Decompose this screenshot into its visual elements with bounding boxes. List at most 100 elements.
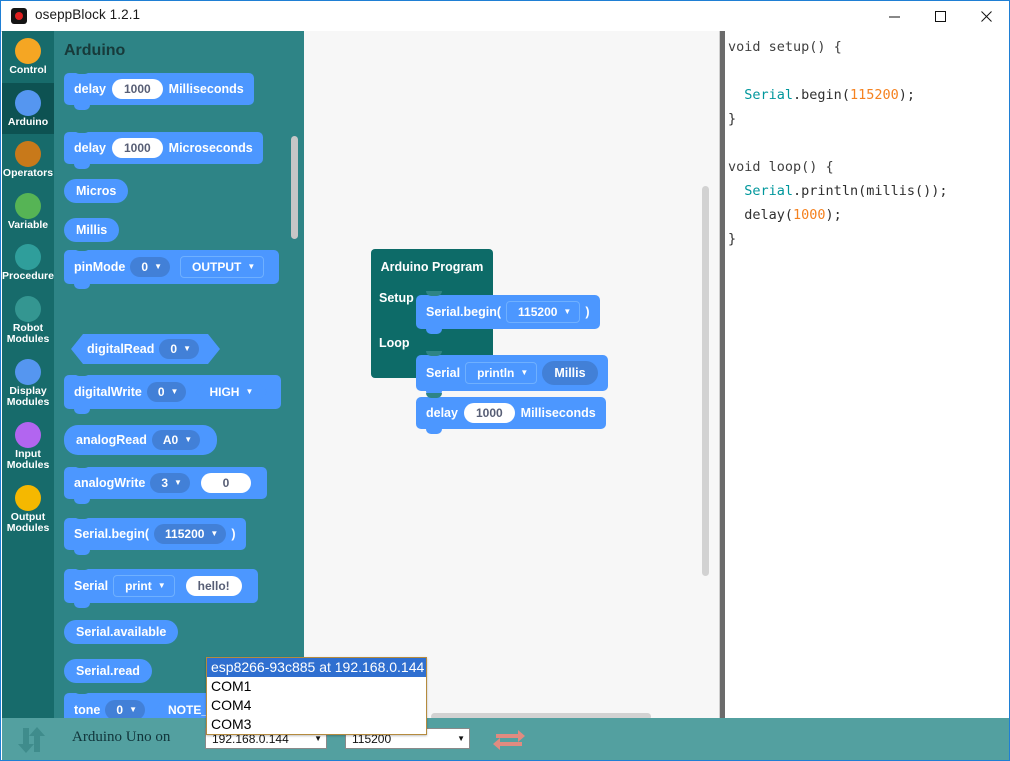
sidebar-item-robot-modules[interactable]: RobotModules <box>2 289 54 352</box>
loop-label: Loop <box>371 329 419 350</box>
operators-color-bubble <box>15 141 41 167</box>
chevron-down-icon: ▼ <box>174 479 182 487</box>
block-label: Serial.available <box>76 625 166 639</box>
palette-block-millis[interactable]: Millis <box>64 218 119 242</box>
analogread-pin-value: A0 <box>163 433 178 447</box>
workspace-vertical-scrollbar[interactable] <box>702 186 709 576</box>
sidebar-item-output-modules[interactable]: OutputModules <box>2 478 54 541</box>
category-sidebar: Control Arduino Operators Variable Proce… <box>2 31 54 731</box>
port-option-com1[interactable]: COM1 <box>207 677 426 696</box>
tone-note-value: NOTE_ <box>168 703 208 717</box>
code-line-1: void setup() { <box>728 39 842 55</box>
port-option-esp8266[interactable]: esp8266-93c885 at 192.168.0.144 <box>207 658 426 677</box>
analogwrite-value-field[interactable]: 0 <box>201 473 251 493</box>
generated-code-pane[interactable]: void setup() { Serial.begin(115200); } v… <box>719 31 1010 731</box>
port-dropdown-list[interactable]: esp8266-93c885 at 192.168.0.144 COM1 COM… <box>206 657 427 735</box>
palette-block-digitalread[interactable]: digitalRead 0▼ <box>71 334 220 364</box>
palette-block-pinmode[interactable]: pinMode 0▼ OUTPUT▼ <box>64 250 279 284</box>
palette-block-micros[interactable]: Micros <box>64 179 128 203</box>
palette-block-serial-begin[interactable]: Serial.begin( 115200▼ ) <box>64 518 246 550</box>
sidebar-item-input-modules[interactable]: InputModules <box>2 415 54 478</box>
close-icon[interactable] <box>963 1 1009 31</box>
pinmode-mode-dropdown[interactable]: OUTPUT▼ <box>180 256 264 278</box>
program-title: Arduino Program <box>371 257 493 284</box>
palette-block-delay-ms[interactable]: delay 1000 Milliseconds <box>64 73 254 105</box>
digitalwrite-pin-value: 0 <box>158 385 165 399</box>
block-label: Serial.begin( <box>426 305 501 319</box>
ws-serial-fn-dropdown[interactable]: println▼ <box>465 362 537 384</box>
title-bar: oseppBlock 1.2.1 <box>1 1 1009 32</box>
analogread-pin-dropdown[interactable]: A0▼ <box>152 430 200 450</box>
sidebar-item-variable[interactable]: Variable <box>2 186 54 238</box>
block-label: delay <box>74 141 106 155</box>
code-baud-token: 115200 <box>850 87 899 103</box>
chevron-down-icon: ▼ <box>129 706 137 714</box>
pinmode-pin-dropdown[interactable]: 0▼ <box>130 257 170 277</box>
palette-block-serial-read[interactable]: Serial.read <box>64 659 152 683</box>
chevron-down-icon: ▼ <box>158 582 166 590</box>
tone-pin-dropdown[interactable]: 0▼ <box>105 700 145 720</box>
palette-block-serial-available[interactable]: Serial.available <box>64 620 178 644</box>
maximize-icon[interactable] <box>917 1 963 31</box>
loop-arrows-icon[interactable] <box>492 726 526 757</box>
up-down-arrows-icon[interactable] <box>16 726 58 759</box>
palette-block-digitalwrite[interactable]: digitalWrite 0▼ HIGH▼ <box>64 375 281 409</box>
ws-serial-begin-baud-value: 115200 <box>518 305 557 319</box>
robot-color-bubble <box>15 296 41 322</box>
palette-block-serial-print[interactable]: Serial print▼ hello! <box>64 569 258 603</box>
code-serial-token-1: Serial <box>744 87 793 103</box>
block-label: Serial.read <box>76 664 140 678</box>
sidebar-item-arduino[interactable]: Arduino <box>2 83 54 135</box>
sidebar-label-procedure: Procedure <box>2 271 54 283</box>
sidebar-item-operators[interactable]: Operators <box>2 134 54 186</box>
port-option-com3[interactable]: COM3 <box>207 715 426 734</box>
analogwrite-pin-dropdown[interactable]: 3▼ <box>150 473 190 493</box>
block-label: digitalWrite <box>74 385 142 399</box>
digitalwrite-pin-dropdown[interactable]: 0▼ <box>147 382 187 402</box>
sidebar-label-output-modules: OutputModules <box>2 512 54 535</box>
port-option-com4[interactable]: COM4 <box>207 696 426 715</box>
sidebar-item-procedure[interactable]: Procedure <box>2 237 54 289</box>
code-gutter <box>720 31 725 731</box>
block-label: tone <box>74 703 100 717</box>
delay-ms-value-field[interactable]: 1000 <box>112 79 163 99</box>
ws-delay-value-field[interactable]: 1000 <box>464 403 515 423</box>
ws-block-serial-println[interactable]: Serial println▼ Millis <box>416 355 608 391</box>
chevron-down-icon: ▼ <box>247 263 255 271</box>
block-close-paren: ) <box>585 305 589 319</box>
delay-us-value-field[interactable]: 1000 <box>112 138 163 158</box>
minimize-icon[interactable] <box>871 1 917 31</box>
palette-block-analogread[interactable]: analogRead A0▼ <box>64 425 217 455</box>
sidebar-label-arduino: Arduino <box>2 117 54 129</box>
chevron-down-icon: ▼ <box>154 263 162 271</box>
ws-serial-fn-value: println <box>477 366 514 380</box>
digitalwrite-level-dropdown[interactable]: HIGH ▼ <box>195 381 267 403</box>
board-status-text: Arduino Uno on <box>72 729 170 746</box>
serial-print-fn-dropdown[interactable]: print▼ <box>113 575 175 597</box>
digitalwrite-level-value: HIGH <box>209 385 239 399</box>
digitalread-pin-dropdown[interactable]: 0▼ <box>159 339 199 359</box>
serial-print-text-field[interactable]: hello! <box>186 576 242 596</box>
chevron-down-icon: ▼ <box>245 388 253 396</box>
control-color-bubble <box>15 38 41 64</box>
ws-millis-reporter[interactable]: Millis <box>542 361 597 385</box>
block-unit: Milliseconds <box>521 406 596 420</box>
sidebar-label-display-modules: DisplayModules <box>2 386 54 409</box>
ws-block-serial-begin[interactable]: Serial.begin( 115200▼ ) <box>416 295 600 329</box>
app-record-dot-icon <box>11 8 27 24</box>
block-label: digitalRead <box>87 342 154 356</box>
ws-serial-begin-baud-dropdown[interactable]: 115200▼ <box>506 301 580 323</box>
sidebar-item-control[interactable]: Control <box>2 31 54 83</box>
serial-begin-baud-value: 115200 <box>165 527 204 541</box>
palette-block-analogwrite[interactable]: analogWrite 3▼ 0 <box>64 467 267 499</box>
palette-block-delay-us[interactable]: delay 1000 Microseconds <box>64 132 263 164</box>
ws-block-delay[interactable]: delay 1000 Milliseconds <box>416 397 606 429</box>
code-line-6: void loop() { <box>728 159 834 175</box>
chevron-down-icon: ▼ <box>171 388 179 396</box>
sidebar-item-display-modules[interactable]: DisplayModules <box>2 352 54 415</box>
serial-begin-baud-dropdown[interactable]: 115200▼ <box>154 524 226 544</box>
setup-label: Setup <box>371 284 419 305</box>
block-label: analogRead <box>76 433 147 447</box>
workspace-canvas[interactable]: Arduino Program Setup Loop Serial.begin(… <box>304 31 719 731</box>
palette-scrollbar-thumb[interactable] <box>291 136 298 239</box>
